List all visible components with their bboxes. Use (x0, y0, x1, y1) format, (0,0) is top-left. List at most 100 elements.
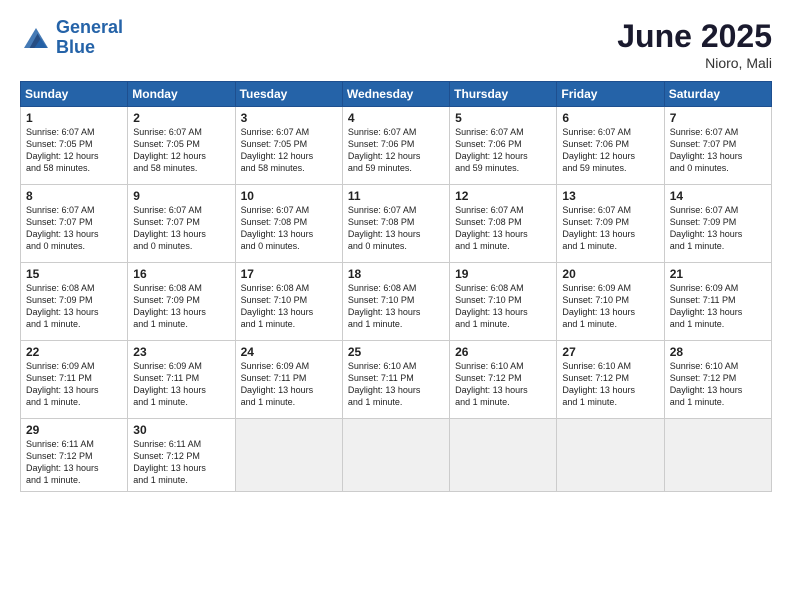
calendar-cell: 1Sunrise: 6:07 AM Sunset: 7:05 PM Daylig… (21, 107, 128, 185)
weekday-tuesday: Tuesday (235, 82, 342, 107)
calendar-cell: 17Sunrise: 6:08 AM Sunset: 7:10 PM Dayli… (235, 263, 342, 341)
week-row-4: 22Sunrise: 6:09 AM Sunset: 7:11 PM Dayli… (21, 341, 772, 419)
calendar-cell: 10Sunrise: 6:07 AM Sunset: 7:08 PM Dayli… (235, 185, 342, 263)
calendar-cell: 18Sunrise: 6:08 AM Sunset: 7:10 PM Dayli… (342, 263, 449, 341)
day-info: Sunrise: 6:10 AM Sunset: 7:12 PM Dayligh… (455, 360, 551, 409)
calendar-cell: 8Sunrise: 6:07 AM Sunset: 7:07 PM Daylig… (21, 185, 128, 263)
day-number: 20 (562, 267, 658, 281)
day-number: 16 (133, 267, 229, 281)
calendar-cell: 24Sunrise: 6:09 AM Sunset: 7:11 PM Dayli… (235, 341, 342, 419)
day-info: Sunrise: 6:08 AM Sunset: 7:10 PM Dayligh… (455, 282, 551, 331)
calendar-cell (450, 419, 557, 492)
day-number: 26 (455, 345, 551, 359)
week-row-3: 15Sunrise: 6:08 AM Sunset: 7:09 PM Dayli… (21, 263, 772, 341)
day-number: 25 (348, 345, 444, 359)
day-number: 22 (26, 345, 122, 359)
day-info: Sunrise: 6:09 AM Sunset: 7:11 PM Dayligh… (670, 282, 766, 331)
day-info: Sunrise: 6:07 AM Sunset: 7:05 PM Dayligh… (133, 126, 229, 175)
logo-icon (20, 24, 52, 52)
calendar-cell: 22Sunrise: 6:09 AM Sunset: 7:11 PM Dayli… (21, 341, 128, 419)
day-info: Sunrise: 6:09 AM Sunset: 7:11 PM Dayligh… (133, 360, 229, 409)
weekday-header-row: SundayMondayTuesdayWednesdayThursdayFrid… (21, 82, 772, 107)
calendar-cell: 5Sunrise: 6:07 AM Sunset: 7:06 PM Daylig… (450, 107, 557, 185)
day-number: 24 (241, 345, 337, 359)
calendar-cell: 23Sunrise: 6:09 AM Sunset: 7:11 PM Dayli… (128, 341, 235, 419)
location: Nioro, Mali (617, 55, 772, 71)
day-info: Sunrise: 6:07 AM Sunset: 7:07 PM Dayligh… (133, 204, 229, 253)
day-info: Sunrise: 6:08 AM Sunset: 7:09 PM Dayligh… (133, 282, 229, 331)
calendar-cell: 13Sunrise: 6:07 AM Sunset: 7:09 PM Dayli… (557, 185, 664, 263)
calendar-cell: 11Sunrise: 6:07 AM Sunset: 7:08 PM Dayli… (342, 185, 449, 263)
calendar-cell (342, 419, 449, 492)
day-info: Sunrise: 6:07 AM Sunset: 7:08 PM Dayligh… (241, 204, 337, 253)
calendar: SundayMondayTuesdayWednesdayThursdayFrid… (20, 81, 772, 492)
calendar-cell: 28Sunrise: 6:10 AM Sunset: 7:12 PM Dayli… (664, 341, 771, 419)
day-number: 3 (241, 111, 337, 125)
weekday-monday: Monday (128, 82, 235, 107)
day-number: 5 (455, 111, 551, 125)
day-number: 28 (670, 345, 766, 359)
calendar-cell: 19Sunrise: 6:08 AM Sunset: 7:10 PM Dayli… (450, 263, 557, 341)
day-number: 8 (26, 189, 122, 203)
header: General Blue June 2025 Nioro, Mali (20, 18, 772, 71)
day-number: 17 (241, 267, 337, 281)
calendar-cell: 21Sunrise: 6:09 AM Sunset: 7:11 PM Dayli… (664, 263, 771, 341)
calendar-cell: 15Sunrise: 6:08 AM Sunset: 7:09 PM Dayli… (21, 263, 128, 341)
day-number: 9 (133, 189, 229, 203)
calendar-cell (235, 419, 342, 492)
day-info: Sunrise: 6:07 AM Sunset: 7:08 PM Dayligh… (348, 204, 444, 253)
day-number: 14 (670, 189, 766, 203)
day-number: 19 (455, 267, 551, 281)
logo: General Blue (20, 18, 123, 58)
calendar-cell: 4Sunrise: 6:07 AM Sunset: 7:06 PM Daylig… (342, 107, 449, 185)
calendar-cell: 14Sunrise: 6:07 AM Sunset: 7:09 PM Dayli… (664, 185, 771, 263)
calendar-cell: 30Sunrise: 6:11 AM Sunset: 7:12 PM Dayli… (128, 419, 235, 492)
week-row-2: 8Sunrise: 6:07 AM Sunset: 7:07 PM Daylig… (21, 185, 772, 263)
calendar-cell: 26Sunrise: 6:10 AM Sunset: 7:12 PM Dayli… (450, 341, 557, 419)
month-title: June 2025 (617, 18, 772, 55)
logo-text-blue: Blue (56, 38, 123, 58)
title-block: June 2025 Nioro, Mali (617, 18, 772, 71)
day-info: Sunrise: 6:07 AM Sunset: 7:09 PM Dayligh… (562, 204, 658, 253)
day-number: 21 (670, 267, 766, 281)
weekday-wednesday: Wednesday (342, 82, 449, 107)
week-row-5: 29 Sunrise: 6:11 AM Sunset: 7:12 PM Dayli… (21, 419, 772, 492)
day-number: 11 (348, 189, 444, 203)
day-info: Sunrise: 6:08 AM Sunset: 7:10 PM Dayligh… (348, 282, 444, 331)
day-info: Sunrise: 6:07 AM Sunset: 7:08 PM Dayligh… (455, 204, 551, 253)
weekday-saturday: Saturday (664, 82, 771, 107)
calendar-cell: 6Sunrise: 6:07 AM Sunset: 7:06 PM Daylig… (557, 107, 664, 185)
day-info: Sunrise: 6:11 AM Sunset: 7:12 PM Dayligh… (133, 438, 229, 487)
day-number: 2 (133, 111, 229, 125)
day-info: Sunrise: 6:08 AM Sunset: 7:09 PM Dayligh… (26, 282, 122, 331)
day-number: 1 (26, 111, 122, 125)
day-number: 18 (348, 267, 444, 281)
day-number: 27 (562, 345, 658, 359)
day-number: 15 (26, 267, 122, 281)
weekday-thursday: Thursday (450, 82, 557, 107)
day-info: Sunrise: 6:07 AM Sunset: 7:05 PM Dayligh… (26, 126, 122, 175)
calendar-cell: 27Sunrise: 6:10 AM Sunset: 7:12 PM Dayli… (557, 341, 664, 419)
calendar-cell: 12Sunrise: 6:07 AM Sunset: 7:08 PM Dayli… (450, 185, 557, 263)
day-info: Sunrise: 6:07 AM Sunset: 7:06 PM Dayligh… (562, 126, 658, 175)
day-number: 23 (133, 345, 229, 359)
calendar-cell: 29Sunrise: 6:11 AM Sunset: 7:12 PM Dayli… (21, 419, 128, 492)
calendar-cell: 25Sunrise: 6:10 AM Sunset: 7:11 PM Dayli… (342, 341, 449, 419)
day-info: Sunrise: 6:09 AM Sunset: 7:11 PM Dayligh… (241, 360, 337, 409)
calendar-cell: 3Sunrise: 6:07 AM Sunset: 7:05 PM Daylig… (235, 107, 342, 185)
day-info: Sunrise: 6:10 AM Sunset: 7:12 PM Dayligh… (562, 360, 658, 409)
calendar-cell: 2Sunrise: 6:07 AM Sunset: 7:05 PM Daylig… (128, 107, 235, 185)
day-number: 6 (562, 111, 658, 125)
day-info: Sunrise: 6:07 AM Sunset: 7:07 PM Dayligh… (26, 204, 122, 253)
weekday-friday: Friday (557, 82, 664, 107)
day-info: Sunrise: 6:07 AM Sunset: 7:09 PM Dayligh… (670, 204, 766, 253)
day-info: Sunrise: 6:07 AM Sunset: 7:06 PM Dayligh… (348, 126, 444, 175)
day-number: 29 (26, 423, 122, 437)
calendar-cell (664, 419, 771, 492)
calendar-cell (557, 419, 664, 492)
day-number: 4 (348, 111, 444, 125)
calendar-cell: 9Sunrise: 6:07 AM Sunset: 7:07 PM Daylig… (128, 185, 235, 263)
calendar-cell: 7Sunrise: 6:07 AM Sunset: 7:07 PM Daylig… (664, 107, 771, 185)
day-info: Sunrise: 6:09 AM Sunset: 7:11 PM Dayligh… (26, 360, 122, 409)
day-number: 30 (133, 423, 229, 437)
